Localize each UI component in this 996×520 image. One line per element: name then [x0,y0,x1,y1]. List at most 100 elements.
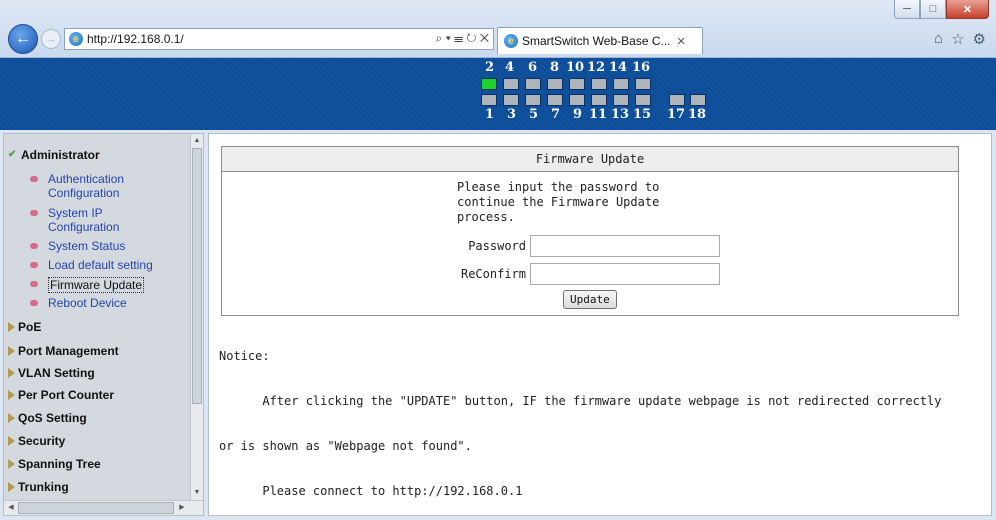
port-18[interactable] [690,94,706,106]
menu-section-vlan-setting[interactable]: VLAN Setting [8,366,95,380]
message-line: process. [457,210,515,224]
menu-section-administrator[interactable]: ✔ Administrator [8,148,100,162]
port-7[interactable] [547,94,563,106]
scroll-left-arrow-icon[interactable]: ◀ [5,502,17,514]
maximize-button[interactable]: □ [920,0,946,19]
port-number: 8 [550,60,560,75]
tab-close-icon[interactable]: ✕ [677,35,686,48]
port-16[interactable] [635,78,651,90]
port-10[interactable] [569,78,585,90]
address-url[interactable]: http://192.168.0.1/ [87,32,184,46]
port-9[interactable] [569,94,585,106]
menu-section-spanning-tree[interactable]: Spanning Tree [8,457,101,471]
switch-port-banner: 2 4 6 8 10 12 14 16 1 3 5 7 9 11 13 15 1… [0,58,996,130]
port-17[interactable] [669,94,685,106]
port-4[interactable] [503,78,519,90]
port-12[interactable] [591,78,607,90]
address-bar[interactable]: e http://192.168.0.1/ ⌕ ▾ ☰ ↻ ✕ [64,28,494,50]
sidebar-vertical-scrollbar[interactable]: ▲ ▼ [190,134,203,500]
password-field[interactable] [530,235,720,257]
menu-item-label[interactable]: System Status [48,239,125,253]
menu-section-per-port-counter[interactable]: Per Port Counter [8,388,114,402]
collapsed-arrow-icon [8,436,15,446]
port-number: 5 [529,107,539,122]
menu-item-authentication-configuration[interactable]: Authentication Configuration [30,172,148,200]
scroll-right-arrow-icon[interactable]: ▶ [176,502,188,514]
back-arrow-icon: ← [15,30,31,47]
menu-section-label: VLAN Setting [18,366,95,380]
sidebar: ✔ Administrator Authentication Configura… [3,133,204,516]
menu-item-label[interactable]: Firmware Update [48,277,145,293]
password-label: Password [468,239,526,253]
tab-title: SmartSwitch Web-Base C... [522,34,671,48]
port-number: 13 [611,107,630,122]
port-number: 15 [633,107,652,122]
menu-section-label: Administrator [21,148,100,162]
menu-section-poe[interactable]: PoE [8,320,41,334]
reconfirm-field[interactable] [530,263,720,285]
port-number: 6 [528,60,538,75]
browser-chrome: ─ □ ✕ ← → e http://192.168.0.1/ ⌕ ▾ ☰ ↻ … [0,0,996,58]
message-line: Please input the password to [457,180,660,194]
port-number: 7 [551,107,561,122]
scroll-down-arrow-icon[interactable]: ▼ [192,487,202,499]
back-button[interactable]: ← [8,24,38,54]
port-11[interactable] [591,94,607,106]
menu-item-system-ip-configuration[interactable]: System IP Configuration [30,206,128,234]
menu-section-port-management[interactable]: Port Management [8,344,119,358]
port-number: 9 [573,107,583,122]
menu-section-trunking[interactable]: Trunking [8,480,69,494]
notice-line: Please connect to http://192.168.0.1 [219,484,523,498]
panel-title: Firmware Update [222,147,958,172]
collapsed-arrow-icon [8,322,15,332]
notice-line: After clicking the "UPDATE" button, IF t… [219,394,942,408]
firmware-update-panel: Firmware Update Please input the passwor… [221,146,959,316]
toolbar-icons: ⌂ ☆ ⚙ [934,30,986,48]
port-14[interactable] [613,78,629,90]
sidebar-horizontal-scrollbar[interactable]: ◀ ▶ [4,500,203,515]
settings-gear-icon[interactable]: ⚙ [973,30,986,48]
menu-item-label[interactable]: Load default setting [48,258,153,272]
port-5[interactable] [525,94,541,106]
port-1[interactable] [481,94,497,106]
menu-item-label[interactable]: Authentication Configuration [48,172,148,200]
port-6[interactable] [525,78,541,90]
menu-item-system-status[interactable]: System Status [30,239,125,253]
port-3[interactable] [503,94,519,106]
address-tools[interactable]: ⌕ ▾ ☰ ↻ ✕ [436,31,489,46]
port-number: 11 [589,107,608,122]
menu-section-label: Trunking [18,480,69,494]
port-2[interactable] [481,78,497,90]
port-8[interactable] [547,78,563,90]
browser-tab[interactable]: e SmartSwitch Web-Base C... ✕ [497,27,703,54]
forward-button[interactable]: → [41,29,61,49]
minimize-button[interactable]: ─ [894,0,920,19]
menu-section-security[interactable]: Security [8,434,65,448]
port-number: 18 [688,107,707,122]
menu-section-qos-setting[interactable]: QoS Setting [8,411,87,425]
menu-section-label: Port Management [18,344,119,358]
close-window-button[interactable]: ✕ [946,0,989,19]
favorites-star-icon[interactable]: ☆ [951,30,964,48]
menu-item-load-default-setting[interactable]: Load default setting [30,258,153,272]
collapsed-arrow-icon [8,346,15,356]
menu-item-firmware-update[interactable]: Firmware Update [30,277,145,293]
menu-section-label: Spanning Tree [18,457,101,471]
reconfirm-label: ReConfirm [460,267,526,281]
update-button[interactable]: Update [563,290,617,309]
menu-item-reboot-device[interactable]: Reboot Device [30,296,127,310]
menu-item-label[interactable]: Reboot Device [48,296,127,310]
collapsed-arrow-icon [8,413,15,423]
menu-item-label[interactable]: System IP Configuration [48,206,128,234]
notice-text: Notice: After clicking the "UPDATE" butt… [219,319,941,520]
port-number: 1 [485,107,495,122]
home-icon[interactable]: ⌂ [934,30,943,48]
port-number: 10 [566,60,585,75]
scrollbar-thumb[interactable] [18,502,174,514]
scroll-up-arrow-icon[interactable]: ▲ [192,135,202,147]
port-13[interactable] [613,94,629,106]
collapsed-arrow-icon [8,368,15,378]
sidebar-menu: ✔ Administrator Authentication Configura… [4,134,192,500]
scrollbar-thumb[interactable] [192,148,202,404]
port-15[interactable] [635,94,651,106]
